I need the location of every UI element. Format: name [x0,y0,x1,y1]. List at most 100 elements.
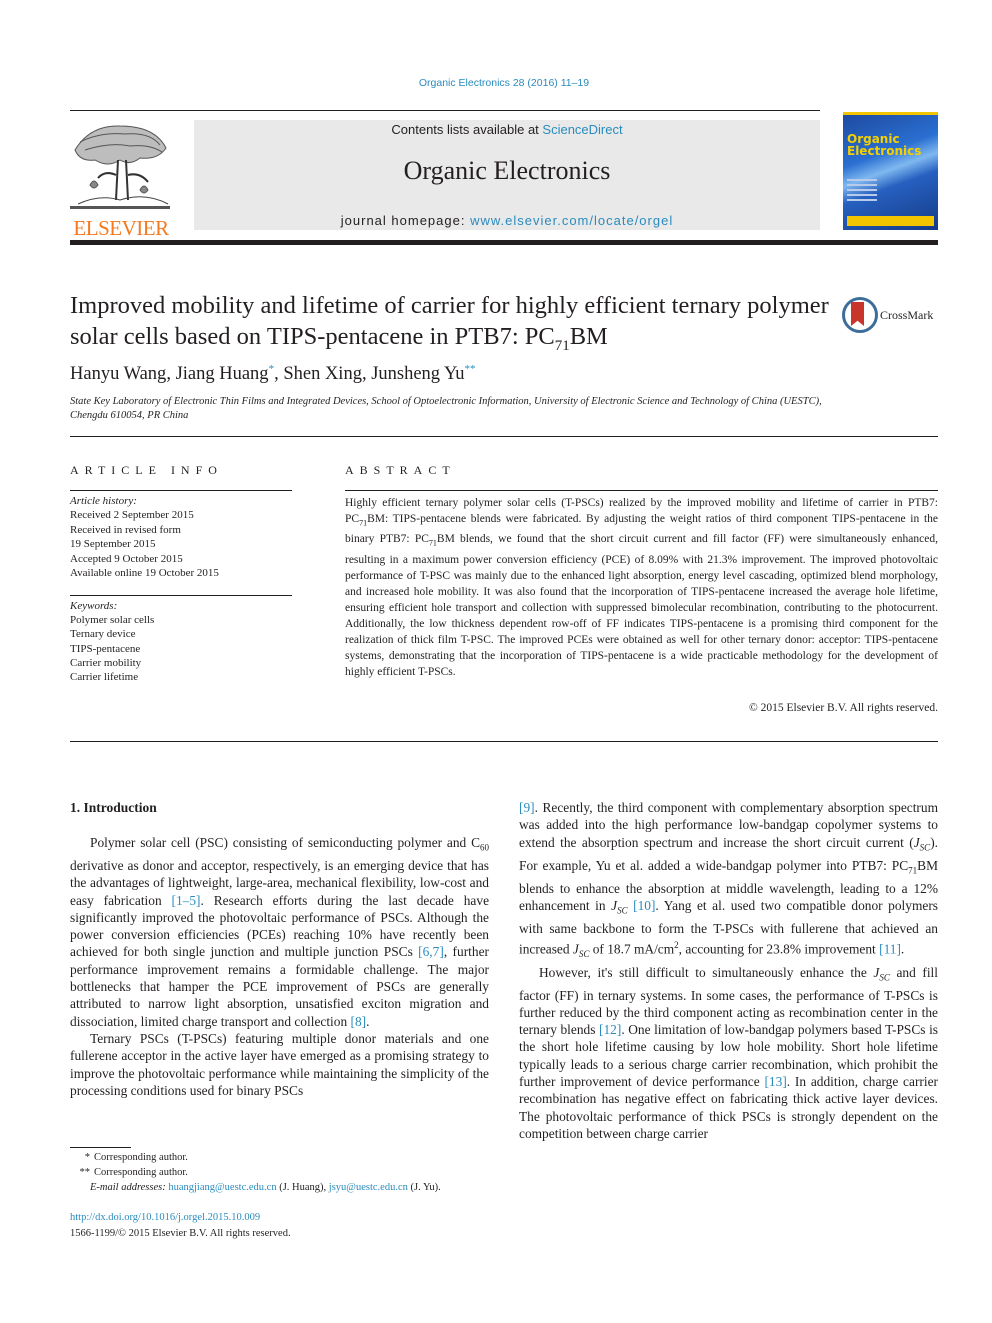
header-thick-rule [70,240,938,245]
title-text: Improved mobility and lifetime of carrie… [70,292,829,350]
paragraph-continued: [9]. Recently, the third component with … [519,799,938,964]
footnote-1: * Corresponding author. [70,1150,441,1165]
citation-link[interactable]: [8] [351,1014,367,1029]
email-link-huang[interactable]: huangjiang@uestc.edu.cn [168,1182,276,1193]
journal-homepage-link[interactable]: www.elsevier.com/locate/orgel [470,213,673,228]
corresponding-mark[interactable]: ** [465,363,476,375]
contents-prefix: Contents lists available at [391,122,543,137]
email-link-yu[interactable]: jsyu@uestc.edu.cn [329,1182,408,1193]
section-heading-introduction: 1. Introduction [70,800,157,815]
text: Ternary PSCs (T-PSCs) featuring multiple… [70,1030,489,1098]
cover-title-line2: Electronics [847,144,922,158]
history-item: Received 2 September 2015 [70,509,194,522]
subscript: SC [879,972,890,983]
subscript: 71 [428,538,437,548]
keywords: Keywords: Polymer solar cells Ternary de… [70,599,154,684]
subscript: SC [578,949,590,960]
author-name[interactable]: Shen Xing [283,364,362,384]
article-history: Article history: Received 2 September 20… [70,494,219,580]
header-rule [70,110,820,111]
crossmark-button[interactable]: CrossMark [842,297,942,335]
footnote-rule [70,1147,131,1148]
paragraph: Polymer solar cell (PSC) consisting of s… [70,834,489,1030]
divider [70,490,292,491]
doi-block: http://dx.doi.org/10.1016/j.orgel.2015.1… [70,1210,291,1242]
footnote-text: Corresponding author. [94,1167,188,1178]
citation-link[interactable]: [9] [519,800,535,815]
text: . [366,1013,370,1029]
history-item: Accepted 9 October 2015 [70,552,183,565]
keyword-item: Polymer solar cells [70,614,155,627]
divider [70,595,292,596]
abstract-copyright: © 2015 Elsevier B.V. All rights reserved… [749,702,938,714]
abstract-heading: ABSTRACT [345,463,456,477]
title-subscript: 71 [554,337,570,354]
footnotes: * Corresponding author. ** Corresponding a… [70,1150,441,1195]
citation-link[interactable]: [11] [879,942,901,957]
paragraph: However, it's still difficult to simulta… [519,964,938,1143]
journal-name: Organic Electronics [403,156,611,185]
elsevier-logo[interactable]: ELSEVIER [70,120,172,239]
sciencedirect-link[interactable]: ScienceDirect [542,122,622,137]
citation-link[interactable]: [12] [599,1022,621,1037]
history-item: Available online 19 October 2015 [70,567,219,580]
email-owner: (J. Yu). [407,1182,441,1193]
keyword-item: TIPS-pentacene [70,642,141,655]
footnote-mark: * [84,1152,90,1163]
subscript: 71 [359,518,368,528]
title-text-end: BM [569,323,608,350]
divider [70,741,938,742]
contents-available-line: Contents lists available at ScienceDirec… [194,122,820,137]
citation-link[interactable]: [13] [764,1074,786,1089]
divider [345,490,938,491]
abstract-text: Highly efficient ternary polymer solar c… [345,495,938,680]
journal-citation-link[interactable]: Organic Electronics 28 (2016) 11–19 [0,77,992,89]
article-title: Improved mobility and lifetime of carrie… [70,290,830,362]
subscript: SC [617,905,628,916]
text: , accounting for 23.8% improvement [678,941,880,957]
citation-link[interactable]: [6,7] [418,944,444,959]
journal-homepage-line: journal homepage: www.elsevier.com/locat… [194,213,820,228]
text: of 18.7 mA/cm [589,941,675,957]
email-owner: (J. Huang), [276,1182,329,1193]
issn-copyright: 1566-1199/© 2015 Elsevier B.V. All right… [70,1228,291,1239]
author-name[interactable]: Hanyu Wang [70,364,166,384]
footnote-2: ** Corresponding author. [70,1165,441,1180]
cover-title: Organic Electronics [847,133,921,157]
footnote-mark: ** [79,1167,91,1178]
citation-link[interactable]: [10] [633,898,655,913]
history-label: Article history: [70,495,137,507]
keyword-item: Ternary device [70,628,136,641]
body-column-left: Polymer solar cell (PSC) consisting of s… [70,834,489,1099]
doi-link[interactable]: http://dx.doi.org/10.1016/j.orgel.2015.1… [70,1212,260,1223]
keywords-label: Keywords: [70,600,118,612]
email-footnote: E-mail addresses: huangjiang@uestc.edu.c… [70,1180,441,1195]
abstract-segment: BM blends, we found that the short circu… [345,533,938,678]
homepage-prefix: journal homepage: [340,213,471,228]
elsevier-tree-icon [70,125,170,209]
journal-cover-image[interactable]: Organic Electronics [843,112,938,230]
keyword-item: Carrier mobility [70,656,142,669]
affiliation: State Key Laboratory of Electronic Thin … [70,396,822,421]
corresponding-mark[interactable]: * [269,363,275,375]
body-column-right: [9]. Recently, the third component with … [519,799,938,1142]
author-list: Hanyu Wang, Jiang Huang*, Shen Xing, Jun… [70,363,476,385]
journal-masthead: Contents lists available at ScienceDirec… [194,120,820,230]
history-item: 19 September 2015 [70,538,156,551]
article-info-heading: ARTICLE INFO [70,463,223,477]
subscript: SC [919,842,931,853]
history-item: Received in revised form [70,523,181,536]
subscript: 60 [480,842,489,853]
crossmark-label: CrossMark [880,308,934,322]
author-name[interactable]: Junsheng Yu [371,364,464,384]
email-label: E-mail addresses: [90,1182,169,1193]
paragraph: Ternary PSCs (T-PSCs) featuring multiple… [70,1030,489,1099]
text: . Recently, the third component with com… [519,800,938,850]
citation-link[interactable]: [1–5] [172,893,201,908]
elsevier-wordmark: ELSEVIER [73,216,169,240]
footnote-text: Corresponding author. [94,1152,188,1163]
keyword-item: Carrier lifetime [70,671,139,684]
author-name[interactable]: Jiang Huang [176,364,269,384]
text: Polymer solar cell (PSC) consisting of s… [90,835,480,850]
cover-editor-lines [847,179,877,204]
